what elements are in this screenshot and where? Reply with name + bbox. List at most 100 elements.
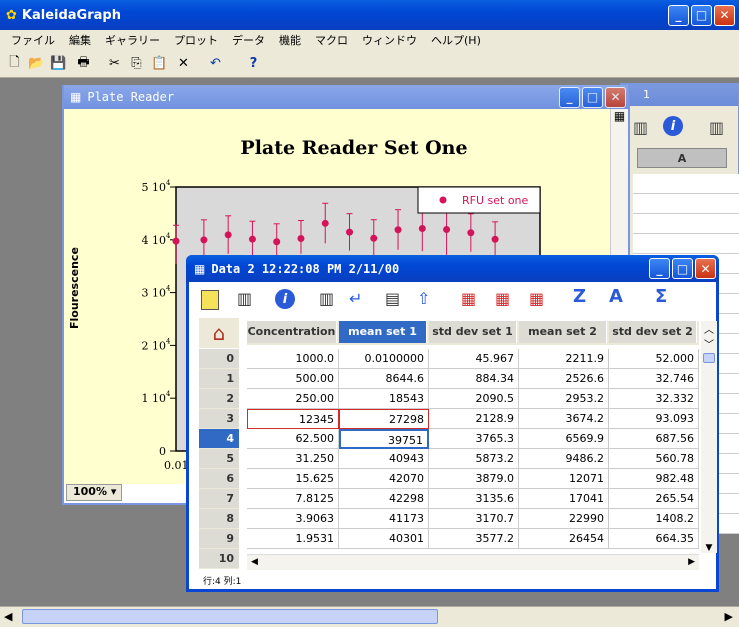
data-close-button[interactable]: ✕ xyxy=(695,258,716,279)
copy-icon[interactable]: ⎘ xyxy=(126,53,147,74)
table-cell[interactable]: 3135.6 xyxy=(429,489,519,509)
menu-window[interactable]: ウィンドウ xyxy=(362,32,417,48)
table-cell[interactable]: 93.093 xyxy=(609,409,699,429)
table-cell[interactable]: 3674.2 xyxy=(519,409,609,429)
menu-functions[interactable]: 機能 xyxy=(279,32,301,48)
table-cell[interactable]: 42298 xyxy=(339,489,429,509)
table-cell[interactable]: 2953.2 xyxy=(519,389,609,409)
scroll-right-icon[interactable]: ▶ xyxy=(688,557,695,567)
column-header-3[interactable]: mean set 2 xyxy=(519,321,607,343)
table-cell[interactable]: 15.625 xyxy=(247,469,339,489)
menu-macro[interactable]: マクロ xyxy=(315,32,348,48)
delete-column-icon[interactable]: ▤ xyxy=(385,289,400,308)
row-header-0[interactable]: 0 xyxy=(199,349,239,368)
info-icon[interactable]: i xyxy=(275,289,295,309)
plot-close-button[interactable]: ✕ xyxy=(605,86,626,108)
row-header-1[interactable]: 1 xyxy=(199,369,239,388)
table-cell[interactable]: 1.9531 xyxy=(247,529,339,549)
table-cell[interactable]: 3879.0 xyxy=(429,469,519,489)
info-icon[interactable]: i xyxy=(663,116,683,136)
chart-icon[interactable]: ▥ xyxy=(633,118,648,137)
back-column-header[interactable]: A xyxy=(637,148,727,168)
zoom-select[interactable]: 100% ▾ xyxy=(66,484,122,501)
table-cell[interactable]: 12345 xyxy=(247,409,339,429)
row-header-5[interactable]: 5 xyxy=(199,449,239,468)
open-folder-icon[interactable]: 📂 xyxy=(26,53,47,74)
table-cell[interactable]: 7.8125 xyxy=(247,489,339,509)
row-header-2[interactable]: 2 xyxy=(199,389,239,408)
row-header-9[interactable]: 9 xyxy=(199,529,239,548)
table-cell[interactable]: 40301 xyxy=(339,529,429,549)
cut-icon[interactable]: ✂ xyxy=(104,53,125,74)
table-cell[interactable]: 3765.3 xyxy=(429,429,519,449)
delete-icon[interactable]: ✕ xyxy=(173,53,194,74)
scroll-thumb[interactable] xyxy=(703,353,715,363)
main-scroll-thumb[interactable] xyxy=(22,609,438,624)
column-header-1[interactable]: mean set 1 xyxy=(339,321,427,343)
sum-icon[interactable]: Σ xyxy=(655,286,667,307)
row-header-8[interactable]: 8 xyxy=(199,509,239,528)
table-cell[interactable]: 41173 xyxy=(339,509,429,529)
table-cell[interactable]: 17041 xyxy=(519,489,609,509)
table-cell[interactable]: 1408.2 xyxy=(609,509,699,529)
row-header-4[interactable]: 4 xyxy=(199,429,239,448)
sort-ascending-icon[interactable]: Z xyxy=(573,286,586,307)
table-cell[interactable]: 3577.2 xyxy=(429,529,519,549)
main-hscroll[interactable]: ◀ ▶ xyxy=(0,606,739,627)
table-cell[interactable]: 52.000 xyxy=(609,349,699,369)
table-cell[interactable]: 32.332 xyxy=(609,389,699,409)
table-cell[interactable]: 39751 xyxy=(339,429,429,449)
columns-icon[interactable]: ▥ xyxy=(709,118,724,137)
grid-red-icon[interactable]: ▦ xyxy=(461,289,476,308)
plot-tool-icon[interactable]: ▦ xyxy=(611,109,628,127)
data-vscroll[interactable]: ︿ ﹀ ▼ xyxy=(701,321,717,553)
menu-gallery[interactable]: ギャラリー xyxy=(105,32,160,48)
table-cell[interactable]: 12071 xyxy=(519,469,609,489)
row-header-7[interactable]: 7 xyxy=(199,489,239,508)
table-cell[interactable]: 2090.5 xyxy=(429,389,519,409)
grid-red3-icon[interactable]: ▦ xyxy=(529,289,544,308)
table-cell[interactable]: 26454 xyxy=(519,529,609,549)
table-cell[interactable]: 884.34 xyxy=(429,369,519,389)
close-button[interactable]: ✕ xyxy=(714,4,735,26)
table-cell[interactable]: 560.78 xyxy=(609,449,699,469)
table-cell[interactable]: 32.746 xyxy=(609,369,699,389)
undo-icon[interactable]: ↶ xyxy=(205,53,226,74)
table-cell[interactable]: 500.00 xyxy=(247,369,339,389)
insert-column-icon[interactable]: ▥ xyxy=(319,289,334,308)
print-icon[interactable]: 🖶 xyxy=(73,53,94,74)
table-cell[interactable]: 42070 xyxy=(339,469,429,489)
table-cell[interactable]: 18543 xyxy=(339,389,429,409)
table-cell[interactable]: 3170.7 xyxy=(429,509,519,529)
data-window[interactable]: ▦ Data 2 12:22:08 PM 2/11/00 _ □ ✕ ▥ i ▥… xyxy=(186,255,719,592)
table-cell[interactable]: 265.54 xyxy=(609,489,699,509)
data-hscroll[interactable]: ◀ ▶ xyxy=(247,554,699,570)
table-cell[interactable]: 2128.9 xyxy=(429,409,519,429)
table-cell[interactable]: 0.0100000 xyxy=(339,349,429,369)
maximize-button[interactable]: □ xyxy=(691,4,712,26)
table-cell[interactable]: 3.9063 xyxy=(247,509,339,529)
plot-minimize-button[interactable]: _ xyxy=(559,86,580,108)
table-cell[interactable]: 2526.6 xyxy=(519,369,609,389)
help-icon[interactable]: ? xyxy=(243,53,264,74)
scroll-up-icon[interactable]: ︿ xyxy=(701,321,717,336)
grid-red2-icon[interactable]: ▦ xyxy=(495,289,510,308)
table-cell[interactable]: 62.500 xyxy=(247,429,339,449)
menu-plot[interactable]: プロット xyxy=(174,32,218,48)
scroll-left-icon[interactable]: ◀ xyxy=(251,557,258,567)
main-scroll-right-icon[interactable]: ▶ xyxy=(725,610,733,623)
table-cell[interactable]: 687.56 xyxy=(609,429,699,449)
table-cell[interactable]: 9486.2 xyxy=(519,449,609,469)
scroll-down-small-icon[interactable]: ﹀ xyxy=(701,336,717,351)
new-icon[interactable]: 🗋 xyxy=(4,53,25,74)
home-icon[interactable]: ⌂ xyxy=(199,318,239,348)
table-cell[interactable]: 250.00 xyxy=(247,389,339,409)
delete-row-icon[interactable]: ⇧ xyxy=(417,289,430,308)
plot-maximize-button[interactable]: □ xyxy=(582,86,603,108)
column-header-4[interactable]: std dev set 2 xyxy=(609,321,697,343)
menu-data[interactable]: データ xyxy=(232,32,265,48)
table-cell[interactable]: 45.967 xyxy=(429,349,519,369)
menu-file[interactable]: ファイル xyxy=(11,32,55,48)
row-header-10[interactable]: 10 xyxy=(199,549,239,568)
table-cell[interactable]: 1000.0 xyxy=(247,349,339,369)
